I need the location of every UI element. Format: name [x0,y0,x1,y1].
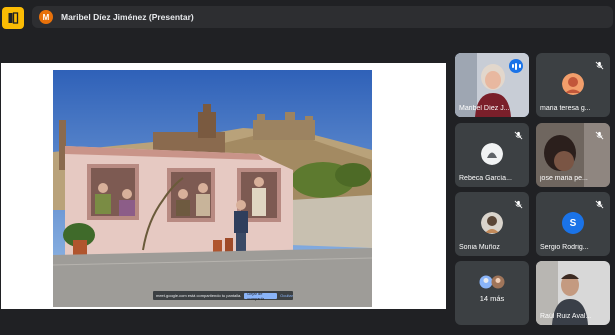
participant-avatar [481,143,503,165]
participant-name: Maribel Díez J... [459,105,510,112]
screen-share-notice-bar: meet.google.com está compartiendo tu pan… [153,291,293,301]
shared-screen [1,63,446,309]
mic-off-icon [514,131,523,140]
participant-tile-maribel[interactable]: Maribel Díez J... [455,53,529,117]
more-participants-tile[interactable]: 14 más [455,261,529,325]
mic-off-icon [595,61,604,70]
hide-notice-button[interactable]: Ocultar [280,293,293,298]
presentation-slide-image [53,70,372,307]
participant-tile-raul[interactable]: Raúl Ruiz Aval... [536,261,610,325]
participant-name: Raúl Ruiz Aval... [540,313,592,320]
mic-off-icon [514,200,523,209]
participant-name: jose maria pe... [540,175,588,182]
mic-off-icon [595,131,604,140]
speaking-indicator-icon [509,59,523,73]
participant-name: maria teresa g... [540,105,591,112]
participant-tile-sergio[interactable]: S Sergio Rodrig... [536,192,610,256]
stop-sharing-button[interactable]: Dejar de compartir [244,291,278,301]
meeting-details-icon[interactable] [2,7,24,29]
presenter-name: Maribel Díez Jiménez (Presentar) [61,12,194,22]
participant-name: Rebeca García... [459,175,512,182]
participant-avatar [481,212,503,234]
mic-off-icon [595,200,604,209]
more-participants-count: 14 más [479,294,505,303]
presenter-bar: M Maribel Díez Jiménez (Presentar) [32,6,613,28]
share-notice-text: meet.google.com está compartiendo tu pan… [156,293,242,298]
presenter-avatar: M [39,10,53,24]
participant-tile-jose-maria[interactable]: jose maria pe... [536,123,610,187]
more-participants-avatars [479,275,505,289]
participant-name: Sergio Rodrig... [540,244,589,251]
participant-tile-rebeca[interactable]: Rebeca García... [455,123,529,187]
participant-tile-maria-teresa[interactable]: maria teresa g... [536,53,610,117]
participant-name: Sonia Muñoz [459,244,500,251]
participant-avatar [562,73,584,95]
participant-tile-sonia[interactable]: Sonia Muñoz [455,192,529,256]
participant-avatar: S [562,212,584,234]
